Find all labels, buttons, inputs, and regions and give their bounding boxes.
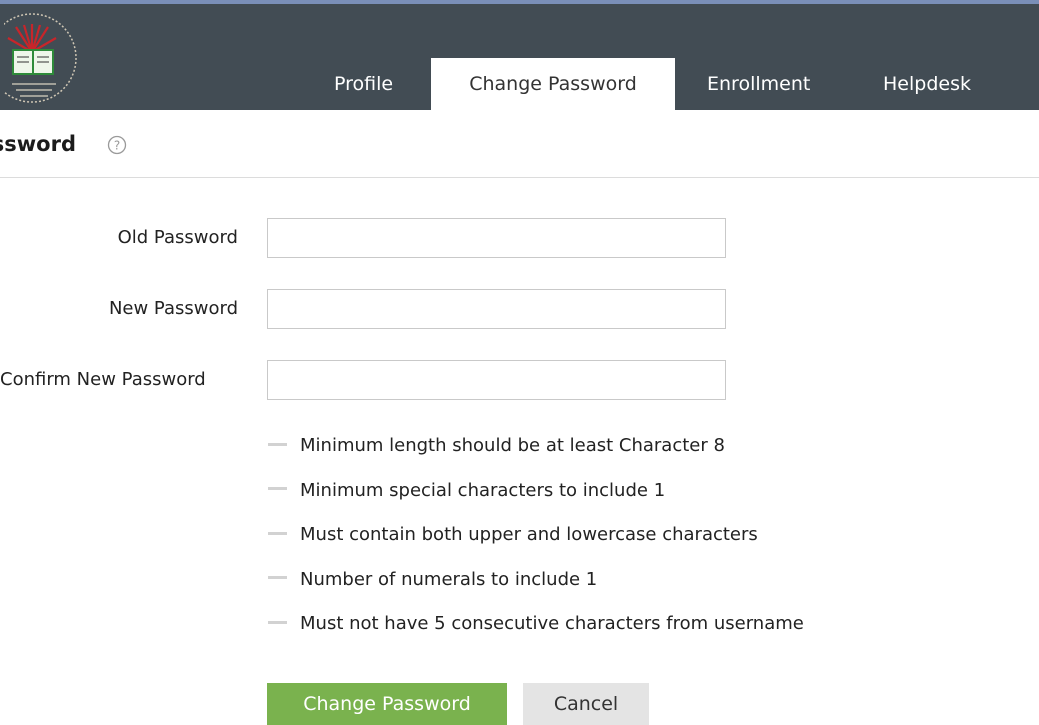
rule-text: Must contain both upper and lowercase ch… [300, 524, 758, 545]
password-rule: Must contain both upper and lowercase ch… [268, 517, 804, 562]
old-password-row: Old Password [0, 218, 1039, 258]
tab-helpdesk[interactable]: Helpdesk [883, 58, 971, 110]
new-password-input[interactable] [267, 289, 726, 329]
dash-icon [268, 531, 287, 535]
rule-text: Minimum length should be at least Charac… [300, 435, 725, 456]
rule-text: Number of numerals to include 1 [300, 568, 598, 590]
confirm-password-label: Confirm New Password [0, 369, 206, 390]
old-password-input[interactable] [267, 218, 726, 258]
tab-enrollment[interactable]: Enrollment [707, 58, 810, 110]
password-rule: Must not have 5 consecutive characters f… [268, 606, 804, 651]
page-title: Change Password [0, 132, 76, 156]
password-rule: Minimum special characters to include 1 [268, 473, 804, 518]
confirm-password-row: Confirm New Password [0, 360, 1039, 400]
rule-text: Minimum special characters to include 1 [300, 479, 666, 501]
password-rule: Minimum length should be at least Charac… [268, 428, 804, 473]
password-rules-list: Minimum length should be at least Charac… [268, 428, 804, 651]
cancel-button[interactable]: Cancel [523, 683, 649, 725]
dash-icon [268, 487, 287, 490]
tab-profile[interactable]: Profile [334, 58, 393, 110]
rule-text: Must not have 5 consecutive characters f… [300, 613, 804, 634]
confirm-password-input[interactable] [267, 360, 726, 400]
heading-divider [0, 177, 1039, 178]
svg-text:?: ? [114, 139, 120, 153]
old-password-label: Old Password [117, 227, 238, 248]
dash-icon [268, 620, 287, 624]
dash-icon [268, 576, 287, 579]
change-password-button[interactable]: Change Password [267, 683, 507, 725]
school-logo-icon [4, 13, 77, 103]
tab-change-password[interactable]: Change Password [431, 58, 675, 110]
question-circle-icon[interactable]: ? [107, 135, 127, 155]
dash-icon [268, 442, 287, 446]
password-rule: Number of numerals to include 1 [268, 562, 804, 607]
new-password-row: New Password [0, 289, 1039, 329]
new-password-label: New Password [108, 298, 238, 319]
